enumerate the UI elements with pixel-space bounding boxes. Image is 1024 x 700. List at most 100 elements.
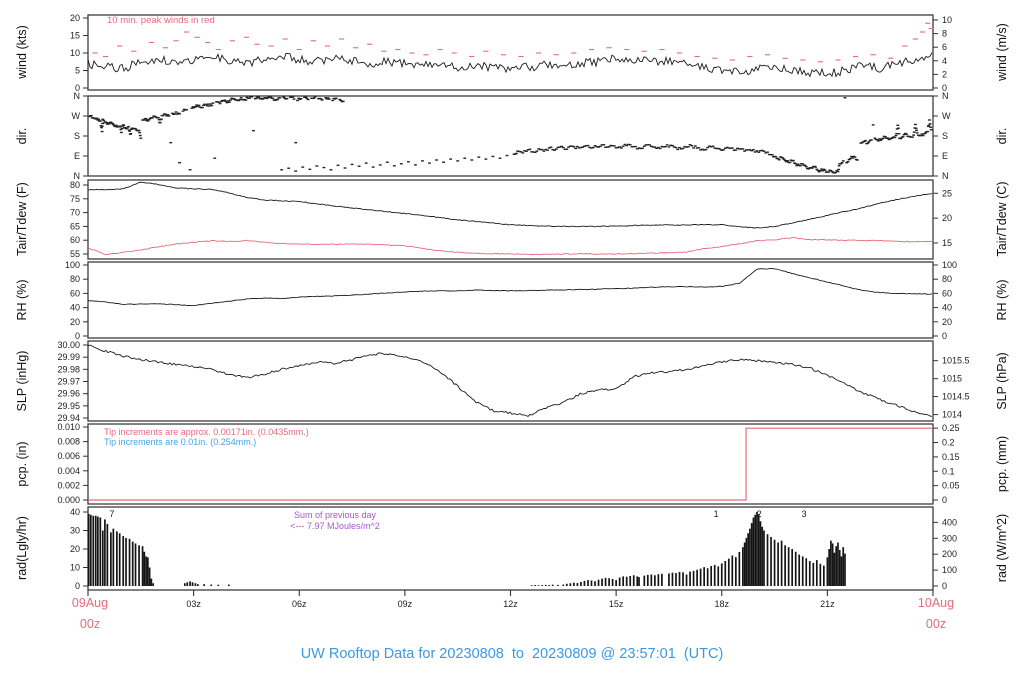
y-tick-label: 8 [942,29,947,39]
y-tick-label: 40 [942,303,952,313]
y-tick-label: 29.97 [57,376,80,386]
x-axis: 03z 06z 09z 12z 15z 18z 21z [87,590,934,609]
x-axis-start-label: 09Aug 00z [53,593,127,635]
y-tick-label: W [942,111,951,121]
axis-title-pcp-right: pcp. (mm) [995,435,1009,493]
y-tick-label: 65 [70,221,80,231]
y-tick-label: 15 [70,31,80,41]
y-tick-label: 30.00 [57,340,80,350]
y-tick-label: W [72,111,81,121]
plot-canvas: 201510501086420NWSENNWSEN807570656055252… [57,13,969,609]
y-tick-label: 100 [942,260,957,270]
rad-sum-note-line2: <--- 7.97 MJoules/m^2 [290,521,380,531]
x-axis-end-label: 10Aug 00z [899,593,973,635]
y-tick-label: 29.95 [57,401,80,411]
rad-interval-sum-label: 7 [109,509,114,519]
y-tick-label: 1015 [942,374,962,384]
y-tick-label: 0.05 [942,481,960,491]
y-tick-label: 5 [75,66,80,76]
axis-title-rad-left: rad(Lgly/hr) [15,516,29,580]
x-tick-label: 06z [292,599,307,609]
y-tick-label: N [74,91,81,101]
y-tick-label: 20 [70,317,80,327]
y-tick-label: 10 [942,15,952,25]
y-tick-label: E [942,151,948,161]
y-tick-label: 1014.5 [942,392,970,402]
axis-title-temp-left: Tair/Tdew (F) [15,182,29,256]
y-tick-label: 0.004 [57,466,80,476]
y-tick-label: 0 [75,581,80,591]
y-tick-label: 0.000 [57,495,80,505]
y-tick-label: 1014 [942,410,962,420]
axis-title-slp-left: SLP (inHg) [15,350,29,412]
y-tick-label: 0.15 [942,452,960,462]
y-tick-label: 40 [70,507,80,517]
y-tick-label: 100 [65,260,80,270]
weather-strip-chart: 20 15 10 5 0 10 8 6 4 2 0 N W S E N N W S E N 80 75 70 65 60 55 25 2… [0,0,1024,700]
axis-title-temp-right: Tair/Tdew (C) [995,181,1009,257]
y-tick-label: 0.25 [942,423,960,433]
end-date: 10Aug [917,596,955,610]
axis-title-wind-left: wind (kts) [15,25,29,79]
pcp-tip-note-actual: Tip increments are approx. 0.00171in. (0… [104,427,309,437]
panel-rad: 40302010040030020010007 1 2 3 [70,506,957,591]
x-tick-label: 15z [609,599,624,609]
y-tick-label: 0 [942,581,947,591]
y-tick-label: 75 [70,194,80,204]
end-hour: 00z [925,617,947,631]
y-tick-label: 60 [942,288,952,298]
y-tick-label: 200 [942,549,957,559]
y-tick-label: 70 [70,208,80,218]
x-tick-label: 09z [398,599,413,609]
y-tick-label: 300 [942,533,957,543]
x-tick-label: 21z [820,599,835,609]
axis-title-slp-right: SLP (hPa) [995,352,1009,410]
y-tick-label: 29.96 [57,389,80,399]
y-tick-label: 2 [942,69,947,79]
y-tick-label: 4 [942,56,947,66]
y-tick-label: 20 [942,213,952,223]
y-tick-label: 0.1 [942,466,955,476]
y-tick-label: 0 [942,495,947,505]
y-tick-label: 6 [942,42,947,52]
y-tick-label: 20 [942,317,952,327]
axis-title-rad-right: rad (W/m^2) [995,513,1009,583]
y-tick-label: 0.006 [57,451,80,461]
y-tick-label: 0.008 [57,437,80,447]
y-tick-label: 25 [942,188,952,198]
y-tick-label: 80 [70,274,80,284]
y-tick-label: 20 [70,13,80,23]
y-tick-label: 20 [70,544,80,554]
panel-tair_tdew: 80 75 70 65 60 55 25 20 15 [70,179,952,260]
y-tick-label: 0.002 [57,480,80,490]
y-tick-label: 40 [70,303,80,313]
y-tick-label: 80 [942,274,952,284]
axis-title-dir-right: dir. [995,127,1009,145]
y-tick-label: S [74,131,80,141]
y-tick-label: 60 [70,288,80,298]
y-tick-label: 1015.5 [942,356,970,366]
y-tick-label: 30 [70,525,80,535]
y-tick-label: 60 [70,235,80,245]
peak-winds-note: 10 min. peak winds in red [107,15,215,26]
y-tick-label: N [942,91,949,101]
panel-slp: 30.0029.9929.9829.9729.9629.9529.941015.… [57,340,969,423]
x-tick-label: 12z [503,599,518,609]
figure-title: UW Rooftop Data for 20230808 to 20230809… [300,646,724,662]
y-tick-label: 0 [942,331,947,341]
y-tick-label: 29.98 [57,364,80,374]
x-tick-label: 18z [714,599,729,609]
y-tick-label: E [74,151,80,161]
y-tick-label: 100 [942,565,957,575]
rad-interval-sum-label: 2 [757,509,762,519]
y-tick-label: 29.99 [57,352,80,362]
y-tick-label: 10 [70,48,80,58]
axis-title-dir-left: dir. [15,127,29,145]
y-tick-label: 15 [942,238,952,248]
x-tick-label: 03z [186,599,201,609]
start-date: 09Aug [71,596,109,610]
y-tick-label: 55 [70,249,80,259]
y-tick-label: S [942,131,948,141]
panel-dir: NWSENNWSEN [72,91,952,181]
axis-title-wind-right: wind (m/s) [995,23,1009,81]
